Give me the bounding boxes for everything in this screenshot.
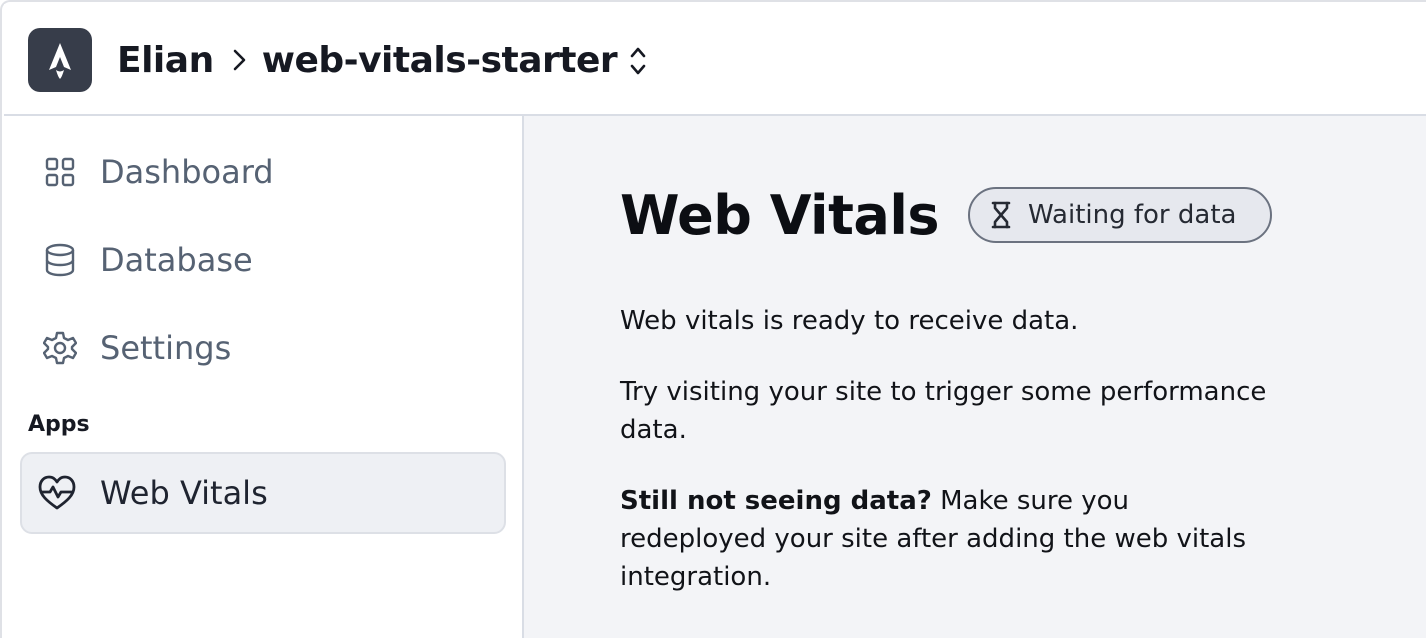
- status-badge-label: Waiting for data: [1028, 200, 1237, 230]
- sidebar-item-label: Database: [100, 241, 253, 279]
- try-text: Try visiting your site to trigger some p…: [620, 377, 1267, 445]
- chevron-right-icon: [232, 47, 248, 73]
- chevron-up-down-icon[interactable]: [624, 41, 652, 81]
- ready-text: Web vitals is ready to receive data.: [620, 306, 1079, 336]
- hourglass-icon: [990, 201, 1014, 229]
- app-window: Elian web-vitals-starter Dashboard Datab…: [0, 0, 1426, 638]
- apps-heading: Apps: [28, 412, 90, 437]
- sidebar-item-database[interactable]: Database: [40, 234, 253, 286]
- top-bar: Elian web-vitals-starter: [4, 4, 1426, 116]
- sidebar-item-web-vitals[interactable]: Web Vitals: [20, 452, 506, 534]
- sidebar-item-label: Dashboard: [100, 153, 274, 191]
- sidebar-item-dashboard[interactable]: Dashboard: [40, 146, 274, 198]
- gear-icon: [40, 328, 80, 368]
- breadcrumb: Elian web-vitals-starter: [117, 35, 618, 85]
- astro-logo-icon[interactable]: [28, 28, 92, 92]
- breadcrumb-project[interactable]: web-vitals-starter: [262, 40, 618, 81]
- sidebar-item-settings[interactable]: Settings: [40, 322, 231, 374]
- main-content: Web Vitals Waiting for data Web vitals i…: [524, 116, 1426, 638]
- grid-icon: [40, 152, 80, 192]
- database-icon: [40, 240, 80, 280]
- sidebar-item-label: Web Vitals: [100, 474, 268, 512]
- still-text-bold: Still not seeing data?: [620, 486, 932, 516]
- sidebar-item-label: Settings: [100, 329, 232, 367]
- page-title: Web Vitals: [620, 184, 939, 247]
- sidebar: Dashboard Database Settings Apps Web Vit…: [4, 116, 524, 638]
- heart-pulse-icon: [36, 472, 78, 514]
- status-badge: Waiting for data: [968, 187, 1272, 243]
- still-text: Still not seeing data? Make sure you red…: [620, 482, 1280, 596]
- breadcrumb-org[interactable]: Elian: [117, 40, 214, 81]
